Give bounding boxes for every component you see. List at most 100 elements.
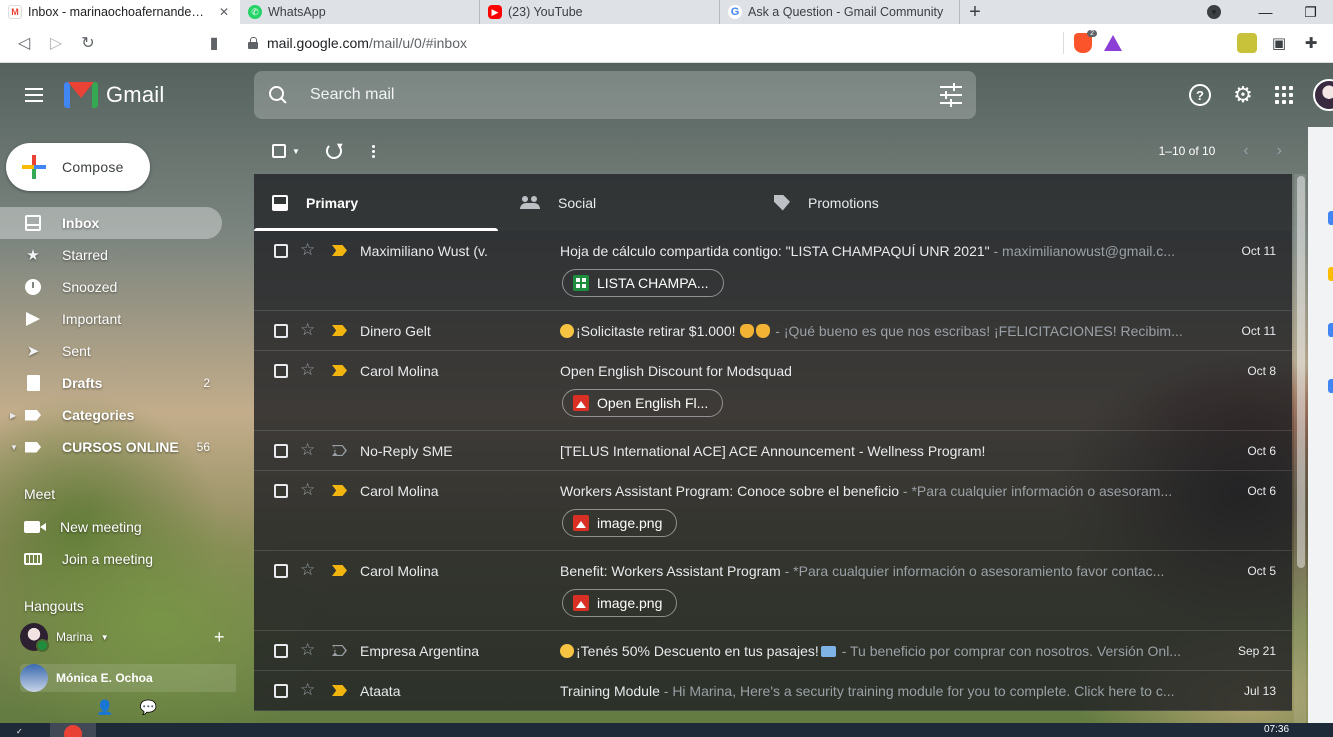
person-icon[interactable]: 👤 (96, 699, 113, 716)
email-row[interactable]: ☆ Carol Molina Benefit: Workers Assistan… (254, 551, 1292, 631)
brave-shields-icon[interactable]: 2 (1074, 30, 1097, 53)
nav-item-inbox[interactable]: Inbox (0, 207, 222, 239)
attachment-chip[interactable]: image.png (562, 509, 678, 537)
close-icon[interactable]: ✕ (216, 5, 232, 19)
puzzle-extensions-icon[interactable]: ✚ (1301, 33, 1321, 53)
expand-caret-icon[interactable]: ▶ (10, 411, 16, 420)
star-icon[interactable]: ☆ (300, 320, 315, 340)
star-icon[interactable]: ☆ (300, 440, 315, 460)
important-marker-icon[interactable] (332, 245, 347, 256)
scrollbar-thumb[interactable] (1297, 176, 1305, 568)
minimize-icon[interactable]: — (1243, 4, 1288, 20)
newer-page-icon[interactable]: ‹ (1243, 142, 1248, 160)
attachment-chip[interactable]: LISTA CHAMPA... (562, 269, 724, 297)
star-icon[interactable]: ☆ (300, 360, 315, 380)
tasks-icon[interactable] (1328, 323, 1333, 337)
hangouts-user[interactable]: Marina ▼ (20, 623, 109, 652)
search-input[interactable] (310, 86, 940, 104)
account-avatar[interactable] (1313, 79, 1333, 111)
nav-item-cursos-online[interactable]: ▼ CURSOS ONLINE 56 (0, 431, 222, 463)
important-marker-icon[interactable] (332, 565, 347, 576)
nav-item-important[interactable]: Important (0, 303, 222, 335)
row-checkbox[interactable] (274, 364, 288, 378)
taskbar-browser-icon[interactable] (50, 723, 96, 737)
important-marker-icon[interactable] (332, 645, 347, 656)
new-meeting-link[interactable]: New meeting (24, 511, 142, 543)
extension-icon[interactable] (1237, 33, 1257, 53)
email-row[interactable]: ☆ Maximiliano Wust (v. Hoja de cálculo c… (254, 231, 1292, 311)
email-row[interactable]: ☆ Carol Molina Workers Assistant Program… (254, 471, 1292, 551)
calendar-icon[interactable] (1328, 211, 1333, 225)
bookmark-icon[interactable]: ▮ (198, 27, 230, 59)
ticket-emoji-icon (820, 646, 836, 657)
google-apps-icon[interactable] (1275, 86, 1293, 104)
row-checkbox[interactable] (274, 324, 288, 338)
email-row[interactable]: ☆ Dinero Gelt ¡Solicitaste retirar $1.00… (254, 311, 1292, 351)
search-options-icon[interactable] (940, 83, 962, 107)
star-icon[interactable]: ☆ (300, 680, 315, 700)
browser-tab-gmail[interactable]: M Inbox - marinaochoafernandez@g ✕ (0, 0, 240, 24)
email-row[interactable]: ☆ No-Reply SME [TELUS International ACE]… (254, 431, 1292, 471)
compose-button[interactable]: Compose (6, 143, 150, 191)
join-meeting-link[interactable]: Join a meeting (24, 543, 153, 575)
keep-icon[interactable] (1328, 267, 1333, 281)
more-options-icon[interactable] (371, 144, 375, 158)
gmail-logo[interactable]: Gmail (64, 82, 164, 108)
restore-icon[interactable]: ❐ (1288, 4, 1333, 21)
browser-tab-whatsapp[interactable]: ✆ WhatsApp (240, 0, 480, 24)
nav-item-snoozed[interactable]: Snoozed (0, 271, 222, 303)
star-icon[interactable]: ☆ (300, 560, 315, 580)
main-menu-icon[interactable] (10, 71, 58, 119)
attachment-chip[interactable]: Open English Fl... (562, 389, 724, 417)
start-icon[interactable]: ✓ (16, 727, 24, 736)
important-marker-icon[interactable] (332, 485, 347, 496)
row-checkbox[interactable] (274, 484, 288, 498)
settings-gear-icon[interactable]: ⚙ (1231, 82, 1255, 107)
tab-primary[interactable]: Primary (254, 174, 498, 231)
add-contact-icon[interactable]: + (214, 627, 225, 648)
nav-item-starred[interactable]: ★ Starred (0, 239, 222, 271)
forward-button[interactable]: ▷ (40, 27, 72, 59)
row-checkbox[interactable] (274, 644, 288, 658)
nav-item-drafts[interactable]: Drafts 2 (0, 367, 222, 399)
row-checkbox[interactable] (274, 684, 288, 698)
hangouts-contact[interactable]: Mónica E. Ochoa (20, 664, 236, 692)
important-marker-icon[interactable] (332, 325, 347, 336)
nav-item-sent[interactable]: ➤ Sent (0, 335, 222, 367)
new-tab-button[interactable]: + (960, 0, 990, 24)
tab-promotions[interactable]: Promotions (756, 174, 1000, 231)
address-bar[interactable]: mail.google.com/mail/u/0/#inbox 2 (240, 28, 1130, 58)
email-row[interactable]: ☆ Ataata Training Module - Hi Marina, He… (254, 671, 1292, 711)
row-checkbox[interactable] (274, 444, 288, 458)
select-all[interactable]: ▼ (272, 144, 300, 158)
important-marker-icon[interactable] (332, 445, 347, 456)
chevron-down-icon[interactable]: ▼ (292, 147, 300, 156)
browser-tab-youtube[interactable]: ▶ (23) YouTube (480, 0, 720, 24)
nav-item-categories[interactable]: ▶ Categories (0, 399, 222, 431)
search-icon[interactable] (268, 85, 288, 105)
star-icon[interactable]: ☆ (300, 640, 315, 660)
refresh-icon[interactable] (325, 143, 342, 159)
browser-tab-gmail-community[interactable]: G Ask a Question - Gmail Community (720, 0, 960, 24)
help-icon[interactable]: ? (1189, 84, 1211, 106)
chat-bubble-icon[interactable]: 💬 (139, 699, 156, 716)
star-icon[interactable]: ☆ (300, 240, 315, 260)
picture-in-picture-icon[interactable]: ▣ (1269, 33, 1289, 53)
email-row[interactable]: ☆ Empresa Argentina ¡Tenés 50% Descuento… (254, 631, 1292, 671)
tab-search-icon[interactable]: ▾ (1207, 5, 1221, 19)
important-marker-icon[interactable] (332, 365, 347, 376)
contacts-icon[interactable] (1328, 379, 1333, 393)
reload-button[interactable]: ↻ (72, 27, 104, 59)
older-page-icon[interactable]: › (1277, 142, 1282, 160)
row-checkbox[interactable] (274, 244, 288, 258)
row-checkbox[interactable] (274, 564, 288, 578)
brave-rewards-icon[interactable] (1104, 35, 1122, 51)
select-all-checkbox[interactable] (272, 144, 286, 158)
tab-social[interactable]: Social (502, 174, 746, 231)
email-row[interactable]: ☆ Carol Molina Open English Discount for… (254, 351, 1292, 431)
important-marker-icon[interactable] (332, 685, 347, 696)
expand-caret-icon[interactable]: ▼ (10, 443, 18, 452)
attachment-chip[interactable]: image.png (562, 589, 678, 617)
star-icon[interactable]: ☆ (300, 480, 315, 500)
back-button[interactable]: ◁ (8, 27, 40, 59)
